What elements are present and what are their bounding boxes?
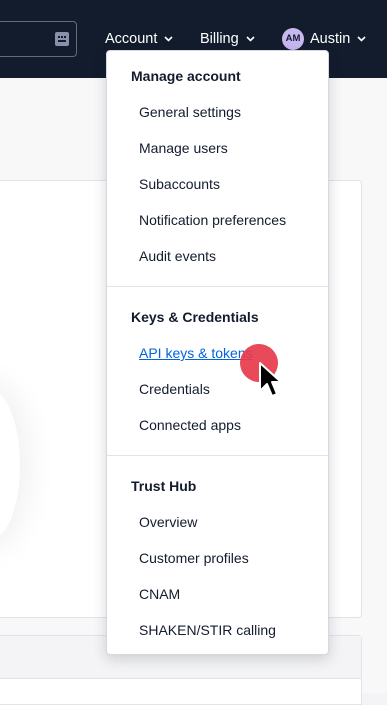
avatar: AM <box>282 28 304 50</box>
menu-item-shaken-stir-calling[interactable]: SHAKEN/STIR calling <box>139 622 276 638</box>
menu-item-credentials[interactable]: Credentials <box>139 381 210 397</box>
user-name: Austin <box>310 31 351 47</box>
section-title-keys-credentials: Keys & Credentials <box>131 309 259 325</box>
menu-item-general-settings[interactable]: General settings <box>139 104 241 120</box>
search-input[interactable] <box>0 21 77 57</box>
menu-divider <box>107 286 328 287</box>
mouse-pointer-icon <box>259 362 282 397</box>
keyboard-shortcut-icon[interactable] <box>54 31 70 47</box>
menu-item-audit-events[interactable]: Audit events <box>139 248 216 264</box>
menu-item-api-keys-tokens[interactable]: API keys & tokens <box>139 345 253 361</box>
menu-item-notification-preferences[interactable]: Notification preferences <box>139 212 286 228</box>
menu-item-connected-apps[interactable]: Connected apps <box>139 417 241 433</box>
chevron-down-icon <box>357 36 366 42</box>
menu-item-customer-profiles[interactable]: Customer profiles <box>139 550 249 566</box>
menu-item-manage-users[interactable]: Manage users <box>139 140 228 156</box>
billing-nav-label: Billing <box>200 31 239 47</box>
section-title-manage-account: Manage account <box>131 68 241 84</box>
user-menu-button[interactable]: AM Austin <box>282 28 366 50</box>
menu-item-subaccounts[interactable]: Subaccounts <box>139 176 220 192</box>
account-nav-button[interactable]: Account <box>105 30 173 48</box>
chevron-down-icon <box>164 36 173 42</box>
chevron-down-icon <box>246 36 255 42</box>
menu-item-overview[interactable]: Overview <box>139 514 197 530</box>
menu-item-cnam[interactable]: CNAM <box>139 586 180 602</box>
menu-divider <box>107 455 328 456</box>
billing-nav-button[interactable]: Billing <box>200 30 255 48</box>
section-title-trust-hub: Trust Hub <box>131 478 197 494</box>
account-nav-label: Account <box>105 31 158 47</box>
account-dropdown-menu: Manage account General settings Manage u… <box>106 50 329 655</box>
